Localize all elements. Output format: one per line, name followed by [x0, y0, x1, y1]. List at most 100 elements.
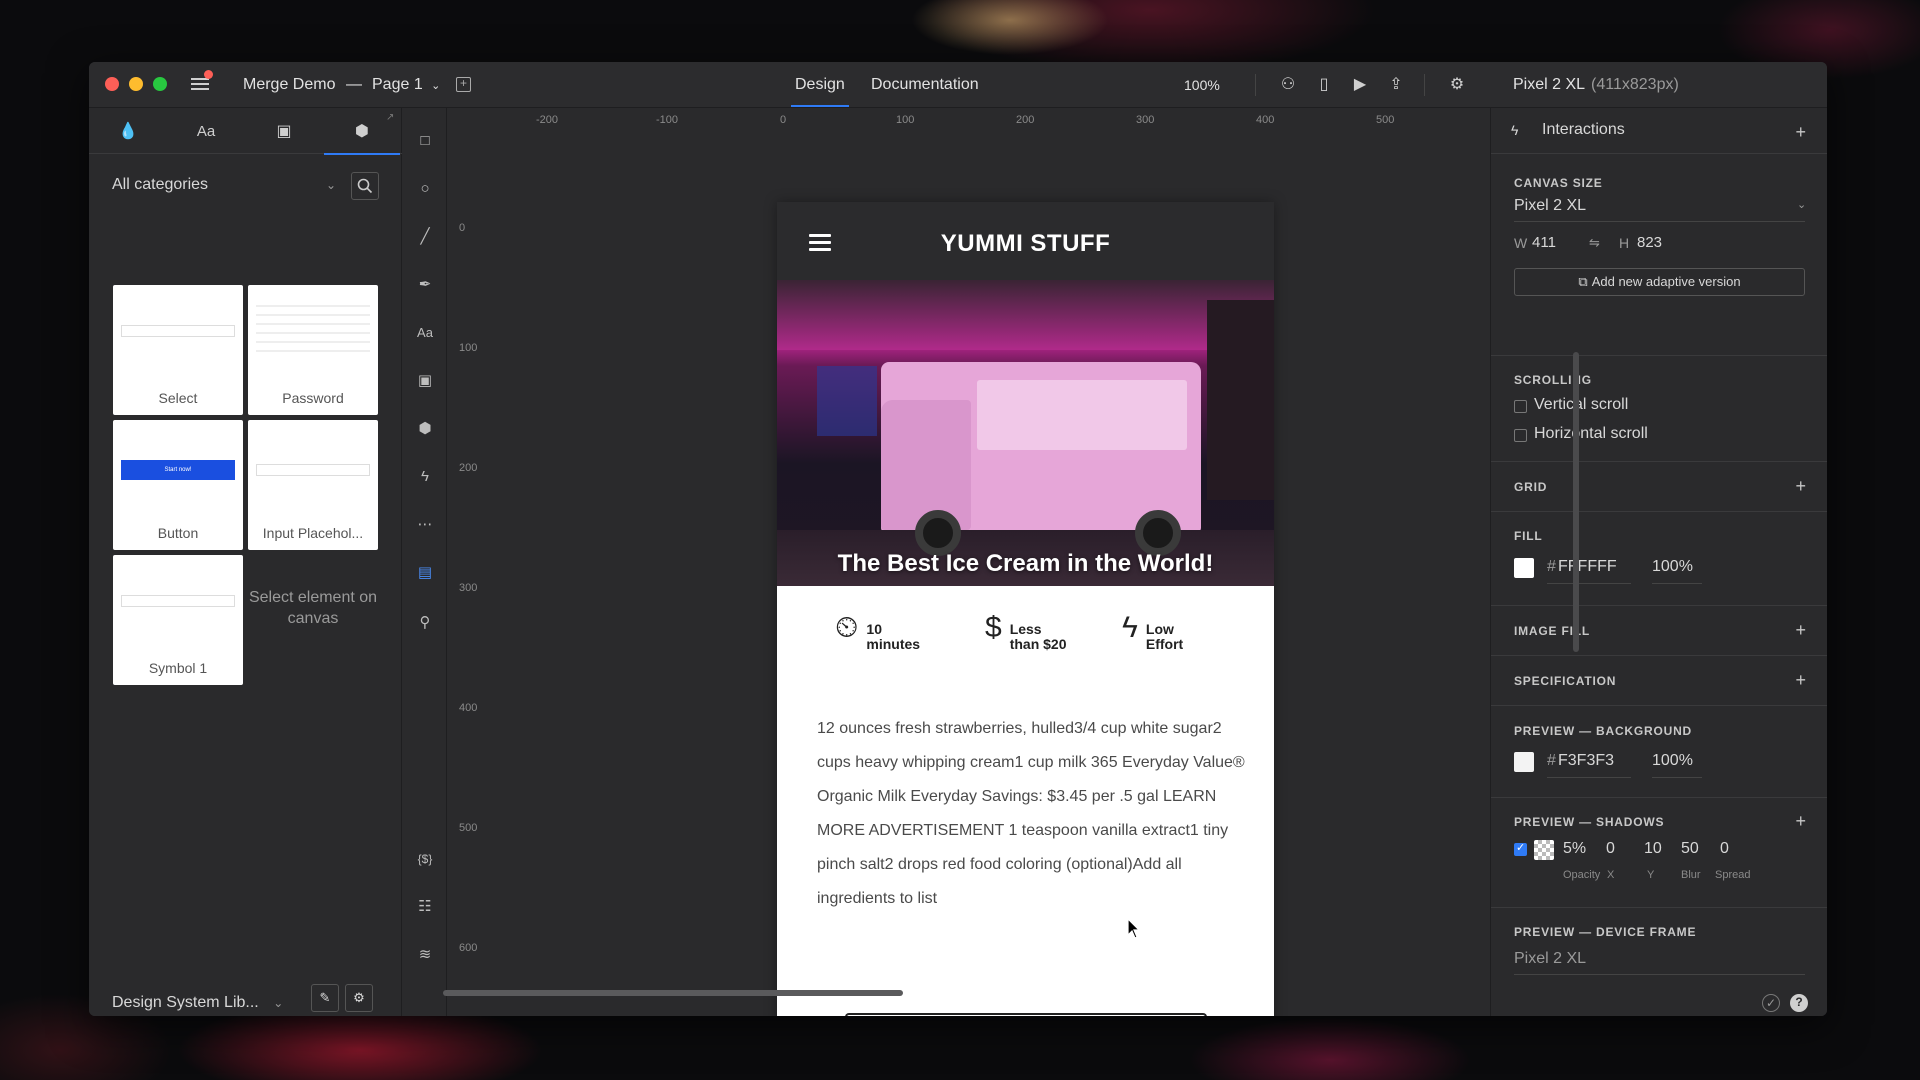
hero-image[interactable]: The Best Ice Cream in the World! [777, 280, 1274, 586]
image-tool-icon[interactable]: ▣ [414, 370, 436, 392]
component-symbol-1[interactable]: Symbol 1 [113, 555, 243, 685]
text-styles-tab-icon[interactable]: Aa [194, 120, 218, 144]
library-dropdown[interactable]: Design System Lib... ⌄ [112, 994, 283, 1012]
lightning-icon: ϟ [1511, 122, 1519, 138]
ruler-label: 500 [459, 822, 478, 834]
component-label: Button [157, 525, 199, 541]
library-settings-button[interactable]: ⚙ [345, 984, 373, 1012]
preview-bg-opacity-input[interactable]: 100% [1652, 752, 1693, 770]
text-tool-icon[interactable]: Aa [414, 322, 436, 344]
design-canvas[interactable]: -200 -100 0 100 200 300 400 500 0 100 20… [447, 108, 1572, 1016]
vertical-scroll-label[interactable]: Vertical scroll [1534, 396, 1628, 414]
rectangle-tool-icon[interactable]: □ [414, 130, 436, 152]
lightning-icon: ϟ [1122, 611, 1138, 644]
close-window-button[interactable] [105, 77, 119, 91]
expand-arrow-icon[interactable]: ↗ [386, 112, 394, 123]
accessibility-icon[interactable]: ⚇ [1278, 75, 1298, 95]
add-interaction-button[interactable]: + [1795, 123, 1806, 141]
shadow-opacity-input[interactable]: 5% [1563, 840, 1586, 858]
add-grid-button[interactable]: + [1795, 477, 1806, 495]
component-select[interactable]: Select [113, 285, 243, 415]
vertical-scrollbar[interactable] [1573, 352, 1579, 652]
toolbar-divider [1255, 74, 1256, 96]
component-label: Symbol 1 [148, 660, 208, 676]
component-tool-icon[interactable]: ⬢ [414, 418, 436, 440]
tab-design[interactable]: Design [791, 76, 849, 107]
stack-icon[interactable]: ≋ [414, 944, 436, 966]
artboard-tool-icon[interactable]: ▤ [414, 562, 436, 584]
page-selector[interactable]: Page 1 ⌄ [372, 76, 440, 94]
minimize-window-button[interactable] [129, 77, 143, 91]
shadow-opacity-label: Opacity [1563, 869, 1601, 881]
colors-tab-icon[interactable]: 💧 [116, 120, 140, 144]
component-button[interactable]: Start now! Button [113, 420, 243, 550]
shadow-color-swatch[interactable] [1534, 840, 1554, 860]
dollar-icon: $ [985, 611, 1002, 644]
maximize-window-button[interactable] [153, 77, 167, 91]
category-dropdown[interactable]: All categories ⌄ [112, 170, 342, 200]
ellipse-tool-icon[interactable]: ○ [414, 178, 436, 200]
add-image-fill-button[interactable]: + [1795, 621, 1806, 639]
variables-icon[interactable]: {$} [414, 848, 436, 870]
help-icon[interactable]: ? [1790, 994, 1808, 1012]
add-shadow-button[interactable]: + [1795, 812, 1806, 830]
shadow-spread-input[interactable]: 0 [1720, 840, 1729, 858]
fill-hex-input[interactable]: FFFFFF [1558, 558, 1617, 576]
layers-tree-icon[interactable]: ☷ [414, 896, 436, 918]
device-preview-icon[interactable]: ▯ [1314, 75, 1334, 95]
edit-library-button[interactable]: ✎ [311, 984, 339, 1012]
zoom-level[interactable]: 100% [1184, 77, 1220, 93]
share-icon[interactable]: ⇪ [1386, 75, 1406, 95]
add-adaptive-version-button[interactable]: ⧉ Add new adaptive version [1514, 268, 1805, 296]
ruler-label: 600 [459, 942, 478, 954]
chevron-down-icon: ⌄ [325, 178, 336, 192]
horizontal-scroll-checkbox[interactable] [1514, 429, 1527, 442]
sync-status-icon[interactable]: ✓ [1762, 994, 1780, 1012]
more-tools-icon[interactable]: ⋯ [414, 514, 436, 536]
shadow-y-input[interactable]: 10 [1644, 840, 1662, 858]
shadow-enabled-checkbox[interactable] [1514, 841, 1527, 856]
tools-bar: □ ○ ╱ ✒ Aa ▣ ⬢ ϟ ⋯ ▤ ⚲ {$} ☷ ≋ [402, 108, 447, 1016]
fill-color-swatch[interactable] [1514, 558, 1534, 578]
pen-tool-icon[interactable]: ✒ [414, 274, 436, 296]
search-icon [357, 178, 373, 194]
search-button[interactable] [351, 172, 379, 200]
device-frame-dropdown[interactable]: Pixel 2 XL [1514, 950, 1586, 968]
interactions-label[interactable]: Interactions [1542, 121, 1625, 139]
ruler-label: 400 [1256, 114, 1275, 126]
artboard-button-outline[interactable] [845, 1013, 1207, 1016]
add-page-icon[interactable]: + [456, 77, 471, 92]
document-title[interactable]: Merge Demo — [243, 76, 368, 94]
canvas-device-dropdown[interactable]: Pixel 2 XL [1514, 197, 1586, 215]
components-tab-icon[interactable]: ⬢ [324, 120, 400, 155]
link-dimensions-icon[interactable]: ⇋ [1589, 235, 1600, 251]
settings-toggle-icon[interactable]: ⚙ [1447, 75, 1467, 95]
app-header[interactable]: YUMMI STUFF [777, 202, 1274, 280]
chevron-down-icon: ⌄ [1797, 199, 1807, 211]
component-input-placeholder[interactable]: Input Placehol... [248, 420, 378, 550]
field-underline [1652, 583, 1702, 584]
line-tool-icon[interactable]: ╱ [414, 226, 436, 248]
fill-opacity-input[interactable]: 100% [1652, 558, 1693, 576]
assets-tabs: 💧 Aa ▣ ⬢ ↗ [89, 108, 402, 155]
add-specification-button[interactable]: + [1795, 671, 1806, 689]
artboard-pixel-2-xl[interactable]: YUMMI STUFF The Best Ice Cream in the Wo… [777, 202, 1274, 1016]
shadow-blur-input[interactable]: 50 [1681, 840, 1699, 858]
preview-bg-hex-input[interactable]: F3F3F3 [1558, 752, 1614, 770]
component-password[interactable]: Password [248, 285, 378, 415]
device-name: Pixel 2 XL [1513, 76, 1586, 93]
width-input[interactable]: 411 [1532, 234, 1556, 251]
height-input[interactable]: 823 [1637, 234, 1662, 251]
images-tab-icon[interactable]: ▣ [272, 120, 296, 144]
shadow-x-input[interactable]: 0 [1606, 840, 1615, 858]
zoom-tool-icon[interactable]: ⚲ [414, 612, 436, 634]
properties-panel: ϟ Interactions + CANVAS SIZE Pixel 2 XL … [1490, 108, 1827, 1016]
vertical-scroll-checkbox[interactable] [1514, 400, 1527, 413]
ruler-label: 500 [1376, 114, 1395, 126]
preview-bg-color-swatch[interactable] [1514, 752, 1534, 772]
horizontal-scroll-label[interactable]: Horizontal scroll [1534, 425, 1648, 443]
hotspot-tool-icon[interactable]: ϟ [414, 466, 436, 488]
tab-documentation[interactable]: Documentation [871, 76, 979, 94]
horizontal-scrollbar[interactable] [443, 990, 903, 996]
play-icon[interactable]: ▶ [1350, 75, 1370, 95]
